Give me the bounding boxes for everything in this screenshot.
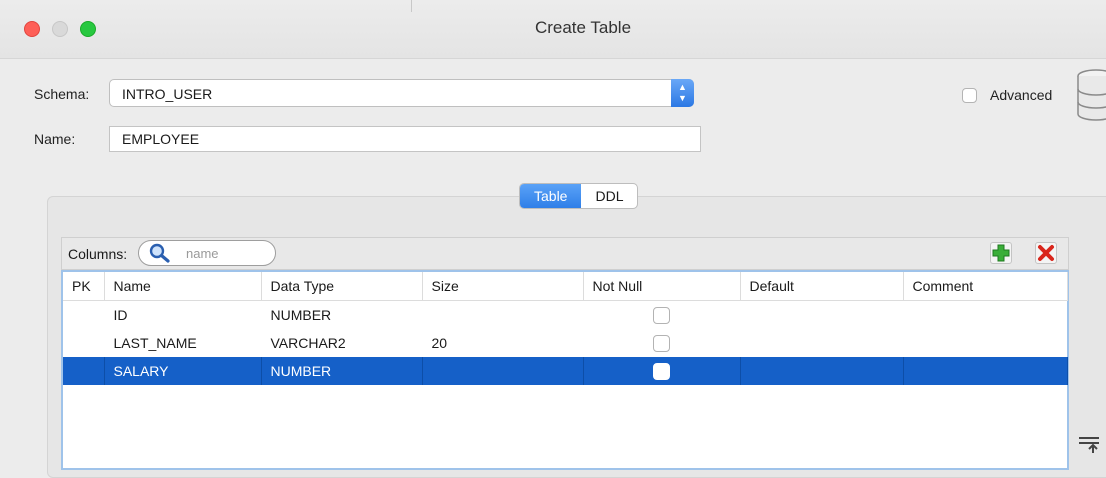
tab-ddl[interactable]: DDL <box>581 184 637 208</box>
window-title: Create Table <box>534 18 632 37</box>
cell-size[interactable] <box>422 301 583 330</box>
column-search-input[interactable]: name <box>138 240 276 266</box>
cell-pk[interactable] <box>63 329 104 357</box>
add-column-icon <box>992 244 1010 262</box>
columns-toolbar: Columns: name <box>61 237 1069 270</box>
cell-data-type[interactable]: NUMBER <box>261 357 423 385</box>
columns-grid: PK Name Data Type Size Not Null Default … <box>61 270 1069 470</box>
header-comment[interactable]: Comment <box>903 272 1068 301</box>
header-name[interactable]: Name <box>104 272 262 301</box>
cell-pk[interactable] <box>63 301 104 330</box>
table-row[interactable]: ID NUMBER <box>63 301 1067 330</box>
cell-name[interactable]: ID <box>104 301 261 330</box>
cell-data-type[interactable]: NUMBER <box>261 301 422 330</box>
table-name-value: EMPLOYEE <box>122 131 200 147</box>
header-pk[interactable]: PK <box>63 272 105 301</box>
columns-table: PK Name Data Type Size Not Null Default … <box>63 272 1068 385</box>
columns-label: Columns: <box>68 246 128 262</box>
cell-name[interactable]: LAST_NAME <box>104 329 261 357</box>
header-data-type[interactable]: Data Type <box>261 272 423 301</box>
not-null-checkbox[interactable] <box>653 362 670 380</box>
sort-icon[interactable] <box>1077 433 1101 453</box>
delete-column-icon <box>1038 245 1054 261</box>
advanced-label: Advanced <box>990 87 1053 103</box>
title-divider <box>411 0 412 12</box>
cell-default[interactable] <box>740 357 904 385</box>
schema-value: INTRO_USER <box>122 86 213 102</box>
cell-not-null <box>583 329 740 357</box>
table-header-row: PK Name Data Type Size Not Null Default … <box>63 272 1068 301</box>
title-bar: Create Table <box>0 0 1106 59</box>
search-placeholder: name <box>186 246 219 261</box>
cell-name[interactable]: SALARY <box>104 357 262 385</box>
database-icon <box>1077 69 1106 121</box>
schema-select[interactable]: INTRO_USER ▲ ▼ <box>109 79 694 107</box>
not-null-checkbox[interactable] <box>653 306 670 324</box>
table-row-selected[interactable]: SALARY NUMBER <box>63 357 1068 385</box>
delete-column-button[interactable] <box>1035 242 1057 264</box>
cell-comment[interactable] <box>903 301 1067 330</box>
cell-pk[interactable] <box>63 357 105 385</box>
schema-label: Schema: <box>34 86 90 102</box>
cell-default[interactable] <box>740 329 903 357</box>
cell-size[interactable]: 20 <box>422 329 583 357</box>
cell-size[interactable] <box>422 357 584 385</box>
name-label: Name: <box>34 131 76 147</box>
view-tabs: Table DDL <box>519 183 639 209</box>
search-icon <box>149 243 170 263</box>
table-name-input[interactable]: EMPLOYEE <box>109 126 701 152</box>
header-default[interactable]: Default <box>740 272 904 301</box>
cell-comment[interactable] <box>903 329 1067 357</box>
header-not-null[interactable]: Not Null <box>583 272 741 301</box>
cell-comment[interactable] <box>903 357 1068 385</box>
add-column-button[interactable] <box>990 242 1012 264</box>
schema-dropdown-stepper[interactable]: ▲ ▼ <box>671 79 694 107</box>
not-null-checkbox[interactable] <box>653 334 670 352</box>
header-size[interactable]: Size <box>422 272 584 301</box>
cell-not-null <box>583 357 741 385</box>
cell-default[interactable] <box>740 301 903 330</box>
tab-table[interactable]: Table <box>520 184 582 208</box>
cell-data-type[interactable]: VARCHAR2 <box>261 329 422 357</box>
cell-not-null <box>583 301 740 330</box>
advanced-checkbox[interactable] <box>962 88 977 103</box>
table-row[interactable]: LAST_NAME VARCHAR2 20 <box>63 329 1067 357</box>
